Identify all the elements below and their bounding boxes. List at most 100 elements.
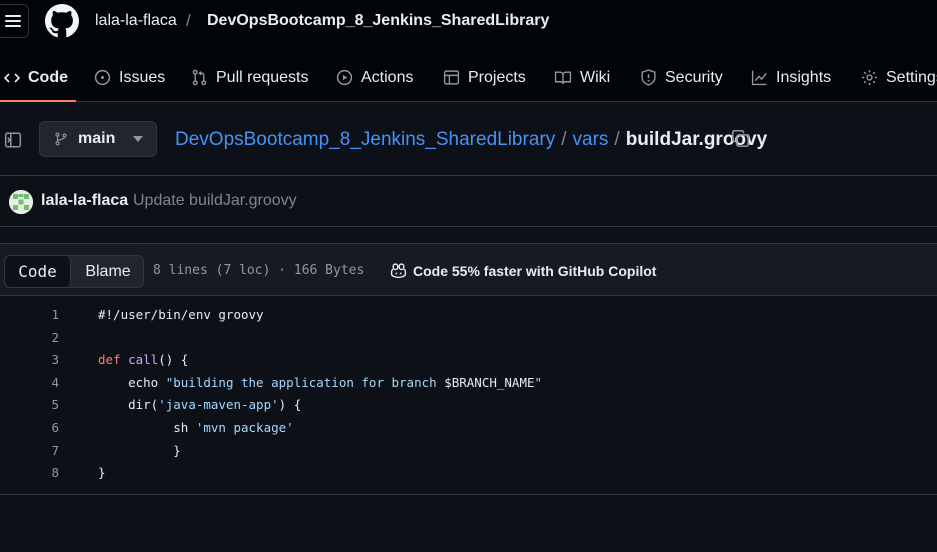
repo-name-link[interactable]: DevOpsBootcamp_8_Jenkins_SharedLibrary xyxy=(207,12,549,30)
copy-path-icon[interactable] xyxy=(731,129,750,148)
tab-label: Wiki xyxy=(580,68,611,86)
code-token: call xyxy=(128,352,159,368)
code-view-button[interactable]: Code xyxy=(5,256,71,287)
code-line: 1 #!/user/bin/env groovy xyxy=(0,304,937,326)
code-token: def xyxy=(98,352,121,368)
breadcrumb-repo-link[interactable]: DevOpsBootcamp_8_Jenkins_SharedLibrary xyxy=(175,129,555,151)
tab-label: Code xyxy=(28,68,68,86)
line-source: dir('java-maven-app') { xyxy=(98,394,301,416)
line-source: } xyxy=(98,440,181,462)
line-number[interactable]: 6 xyxy=(0,417,59,439)
code-token: dir( xyxy=(98,397,159,413)
code-token: sh xyxy=(98,420,196,435)
code-token: #!/user/bin/env groovy xyxy=(98,307,264,322)
code-token: } xyxy=(98,442,181,458)
view-mode-toggle: Code Blame xyxy=(4,255,144,288)
github-logo-icon[interactable] xyxy=(45,4,79,38)
file-stats: 8 lines (7 loc) · 166 Bytes xyxy=(153,263,365,278)
tab-label: Pull requests xyxy=(216,68,309,86)
side-panel-toggle-icon[interactable] xyxy=(4,131,22,149)
code-token: ) { xyxy=(278,397,302,413)
line-number[interactable]: 3 xyxy=(0,349,59,371)
code-token: " xyxy=(534,374,543,390)
file-viewer: Code Blame 8 lines (7 loc) · 166 Bytes C… xyxy=(0,243,937,495)
line-source: sh 'mvn package' xyxy=(98,417,294,439)
gear-icon xyxy=(862,70,877,85)
line-source: } xyxy=(98,462,106,484)
line-number[interactable]: 8 xyxy=(0,462,59,484)
breadcrumb: DevOpsBootcamp_8_Jenkins_SharedLibrary /… xyxy=(175,129,767,151)
chevron-down-icon xyxy=(133,136,144,142)
breadcrumb-folder-link[interactable]: vars xyxy=(573,129,609,151)
graph-icon xyxy=(751,70,767,86)
code-line: 5 dir('java-maven-app') { xyxy=(0,394,937,416)
line-number[interactable]: 7 xyxy=(0,440,59,462)
code-line: 3 def call() { xyxy=(0,349,937,371)
pull-request-icon xyxy=(192,69,207,86)
tab-actions[interactable]: Actions xyxy=(336,53,413,102)
line-number[interactable]: 1 xyxy=(0,304,59,326)
issue-icon xyxy=(94,69,111,86)
code-token: } xyxy=(98,465,106,481)
line-source: echo "building the application for branc… xyxy=(98,372,542,394)
commit-author-link[interactable]: lala-la-flaca xyxy=(41,192,128,210)
repo-nav-tabs: Code Issues Pull requests Actions Projec… xyxy=(0,53,937,102)
tab-wiki[interactable]: Wiki xyxy=(554,53,610,102)
code-icon xyxy=(4,72,20,83)
book-icon xyxy=(554,71,572,85)
identicon-icon xyxy=(9,190,33,214)
branch-selector-button[interactable]: main xyxy=(39,121,157,157)
code-token: "building the application for branch xyxy=(165,374,445,390)
copilot-promo-text: Code 55% faster with GitHub Copilot xyxy=(413,262,657,279)
hamburger-menu-button[interactable] xyxy=(0,4,29,38)
tab-label: Security xyxy=(665,68,723,86)
tab-insights[interactable]: Insights xyxy=(751,53,831,102)
tab-settings[interactable]: Settings xyxy=(861,53,937,102)
tab-label: Projects xyxy=(468,68,526,86)
copilot-icon xyxy=(390,263,407,279)
line-source: def call() { xyxy=(98,349,188,371)
shield-icon xyxy=(641,69,656,86)
table-icon xyxy=(443,70,460,85)
file-path-bar: main DevOpsBootcamp_8_Jenkins_SharedLibr… xyxy=(0,102,937,176)
line-number[interactable]: 4 xyxy=(0,372,59,394)
line-number[interactable]: 5 xyxy=(0,394,59,416)
code-line: 4 echo "building the application for bra… xyxy=(0,372,937,394)
code-line: 6 sh 'mvn package' xyxy=(0,417,937,439)
tab-label: Settings xyxy=(886,68,937,86)
blame-view-button[interactable]: Blame xyxy=(71,256,143,287)
code-token: 'java-maven-app' xyxy=(158,397,279,413)
repo-header: lala-la-flaca / DevOpsBootcamp_8_Jenkins… xyxy=(0,0,937,102)
top-bar: lala-la-flaca / DevOpsBootcamp_8_Jenkins… xyxy=(0,0,937,46)
code-line: 2 xyxy=(0,327,937,349)
tab-label: Issues xyxy=(119,68,166,86)
tab-security[interactable]: Security xyxy=(640,53,723,102)
tab-code[interactable]: Code xyxy=(4,53,68,102)
code-token: 'mvn package' xyxy=(195,420,294,435)
file-header: Code Blame 8 lines (7 loc) · 166 Bytes C… xyxy=(0,244,937,296)
branch-name: main xyxy=(78,130,116,147)
code-line: 8} xyxy=(0,462,937,484)
breadcrumb-separator: / xyxy=(561,129,567,150)
code-token: echo xyxy=(98,374,166,390)
tab-projects[interactable]: Projects xyxy=(443,53,526,102)
branch-icon xyxy=(55,132,67,146)
tab-pull-requests[interactable]: Pull requests xyxy=(191,53,309,102)
code-line: 7 } xyxy=(0,440,937,462)
line-source: #!/user/bin/env groovy xyxy=(98,304,264,326)
tab-label: Actions xyxy=(361,68,414,86)
avatar[interactable] xyxy=(9,190,33,214)
line-number[interactable]: 2 xyxy=(0,327,59,349)
copilot-promo-link[interactable]: Code 55% faster with GitHub Copilot xyxy=(390,262,656,279)
code-token: () { xyxy=(158,352,189,368)
code-token: $BRANCH_NAME xyxy=(444,374,535,390)
latest-commit-bar: lala-la-flaca Update buildJar.groovy xyxy=(0,177,937,227)
hamburger-icon xyxy=(4,15,21,27)
path-separator: / xyxy=(186,11,191,30)
breadcrumb-separator: / xyxy=(614,129,620,150)
tab-issues[interactable]: Issues xyxy=(94,53,165,102)
repo-owner-link[interactable]: lala-la-flaca xyxy=(95,12,177,30)
tab-label: Insights xyxy=(776,68,832,86)
commit-message-link[interactable]: Update buildJar.groovy xyxy=(133,192,297,210)
